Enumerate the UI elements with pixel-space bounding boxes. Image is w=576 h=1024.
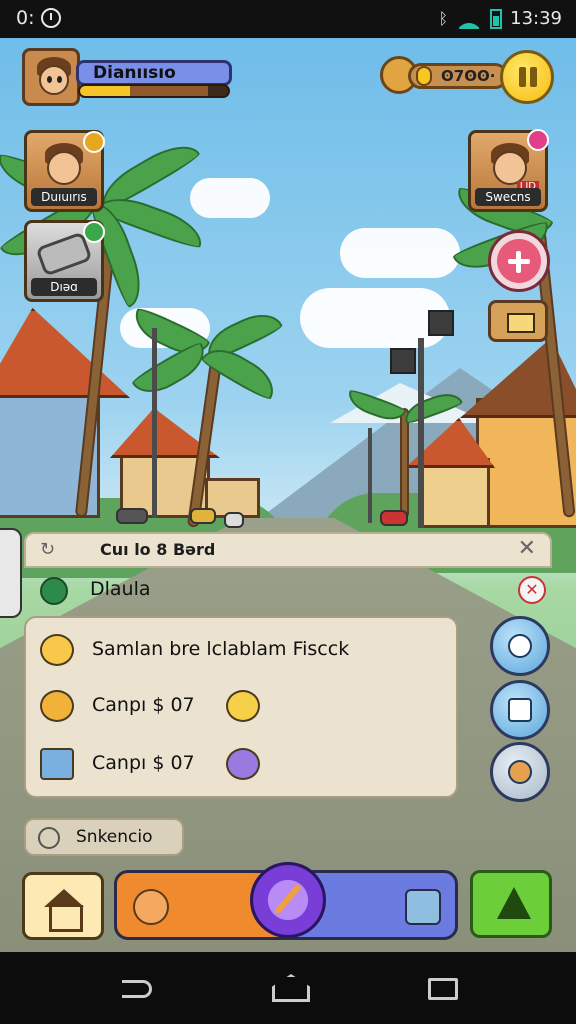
status-bar: 0: ᛒ 13:39 xyxy=(0,0,576,38)
info-row: Dlaula ✕ xyxy=(30,575,550,607)
friend-card-label: Swecns xyxy=(475,188,541,206)
pet-icon[interactable] xyxy=(133,889,169,925)
status-left: 0: xyxy=(16,7,61,29)
car xyxy=(190,508,216,524)
back-arrow-icon[interactable]: ↻ xyxy=(40,539,55,560)
wifi-icon xyxy=(456,9,482,29)
dog-icon xyxy=(508,760,532,784)
home-icon[interactable] xyxy=(272,974,304,998)
chat-message-text: Canpı $ 07 xyxy=(92,694,195,716)
pet-button[interactable] xyxy=(490,742,550,802)
xp-fill xyxy=(80,86,131,96)
pen-icon xyxy=(40,748,74,780)
car xyxy=(116,508,148,524)
friend-card[interactable]: LID Swecns xyxy=(468,129,549,212)
phone-icon[interactable] xyxy=(405,889,441,925)
avatar-face xyxy=(47,151,81,185)
status-left-text: 0: xyxy=(16,7,35,29)
dialog-header: ↻ Cuı lo 8 Bərd ✕ xyxy=(24,532,552,568)
avatar-eye xyxy=(57,76,62,83)
avatar-eye xyxy=(47,76,52,83)
chat-message-text: Canpı $ 07 xyxy=(92,752,195,774)
system-nav-bar xyxy=(0,952,576,1024)
ticket-button[interactable] xyxy=(488,300,548,342)
status-right: ᛒ 13:39 xyxy=(439,8,562,29)
compass-button[interactable] xyxy=(250,862,326,938)
lamp-head xyxy=(428,310,454,336)
hint-chip[interactable]: Snkencio xyxy=(24,818,184,856)
cloud xyxy=(190,178,270,218)
add-button[interactable] xyxy=(488,230,550,292)
monster-emoji-icon xyxy=(226,748,260,780)
car xyxy=(0,528,22,618)
character-card-label: Duıuırıs xyxy=(31,188,97,206)
recents-icon[interactable] xyxy=(428,978,458,1000)
street-lamp xyxy=(418,338,424,528)
speech-bubble-icon xyxy=(508,634,532,658)
chat-message-text: Samlan bre lclablam Fisсck xyxy=(92,638,350,660)
lamp-head xyxy=(390,348,416,374)
avatar-face xyxy=(39,65,69,95)
cloud xyxy=(340,228,460,278)
leaf-icon xyxy=(40,577,68,605)
badge-icon xyxy=(83,131,105,153)
pause-button[interactable] xyxy=(500,50,554,104)
bluetooth-icon: ᛒ xyxy=(438,9,449,28)
chat-box: Samlan bre lclablam Fisсck Canpı $ 07 Ca… xyxy=(24,616,458,798)
item-card[interactable]: Dıəɑ xyxy=(24,220,105,302)
car xyxy=(224,512,244,528)
calendar-button[interactable] xyxy=(490,680,550,740)
player-avatar[interactable] xyxy=(22,48,80,106)
item-card-label: Dıəɑ xyxy=(31,278,97,296)
leaf-outline-icon xyxy=(38,827,60,849)
car xyxy=(380,510,408,526)
xp-bar xyxy=(78,84,230,98)
dismiss-icon[interactable]: ✕ xyxy=(518,576,546,604)
house xyxy=(420,458,490,528)
home-button[interactable] xyxy=(22,872,104,940)
calendar-icon xyxy=(508,698,532,722)
close-icon[interactable]: ✕ xyxy=(518,536,536,561)
tree-button[interactable] xyxy=(470,870,552,938)
hint-label: Snkencio xyxy=(76,827,153,847)
status-time: 13:39 xyxy=(510,8,562,29)
pet-emoji-icon xyxy=(40,690,74,722)
bear-emoji-icon xyxy=(40,634,74,666)
street-lamp xyxy=(152,328,157,518)
palm-trunk xyxy=(400,408,409,518)
player-name: Dianıısıo xyxy=(76,60,232,86)
dialog-title: Cuı lo 8 Bərd xyxy=(100,540,216,559)
chat-message[interactable]: Canpı $ 07 xyxy=(40,686,450,726)
chat-message[interactable]: Canpı $ 07 xyxy=(40,744,450,784)
street-lamp xyxy=(368,428,372,523)
bear-emoji-icon xyxy=(226,690,260,722)
coin-icon xyxy=(416,66,432,86)
chat-button[interactable] xyxy=(490,616,550,676)
back-icon[interactable] xyxy=(122,980,152,998)
xp-rest xyxy=(130,86,209,96)
house-roof xyxy=(0,308,130,398)
alarm-icon xyxy=(40,8,61,28)
avatar-face xyxy=(493,151,527,185)
battery-icon xyxy=(490,8,503,29)
character-card[interactable]: Duıuırıs xyxy=(24,130,105,212)
info-label: Dlaula xyxy=(90,578,151,600)
chat-message[interactable]: Samlan bre lclablam Fisсck xyxy=(40,630,450,670)
heart-badge-icon xyxy=(527,129,549,151)
plus-badge-icon xyxy=(83,221,105,243)
